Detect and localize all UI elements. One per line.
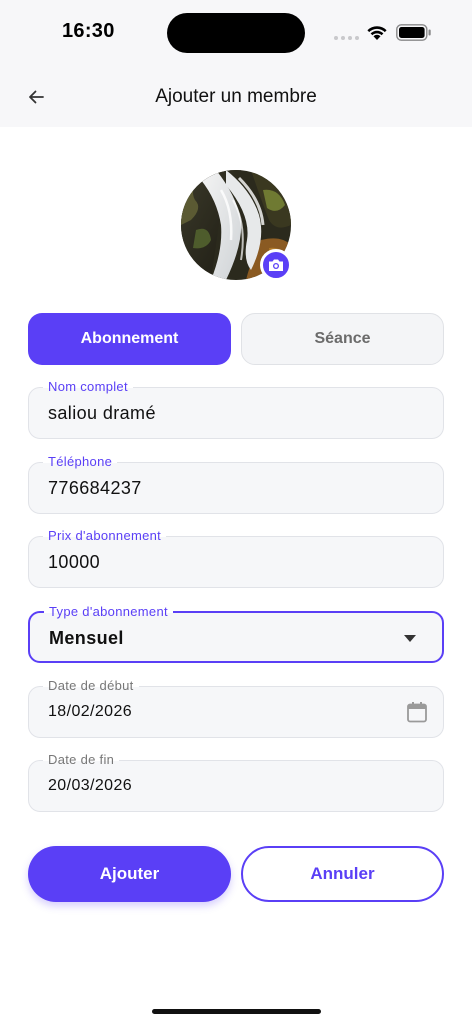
end-date-label: Date de fin xyxy=(43,752,120,768)
dynamic-island xyxy=(167,13,305,53)
phone-value: 776684237 xyxy=(48,478,142,498)
avatar[interactable] xyxy=(181,170,292,281)
battery-icon xyxy=(396,24,431,41)
subscription-type-value: Mensuel xyxy=(49,628,124,648)
subscription-type-label: Type d'abonnement xyxy=(44,604,173,620)
price-value: 10000 xyxy=(48,552,101,572)
change-photo-button[interactable] xyxy=(260,249,292,281)
price-label: Prix d'abonnement xyxy=(43,528,167,544)
full-name-value: saliou dramé xyxy=(48,403,156,423)
end-date-value: 20/03/2026 xyxy=(48,777,133,794)
full-name-label: Nom complet xyxy=(43,379,133,395)
full-name-field[interactable]: Nom complet saliou dramé xyxy=(28,379,444,439)
status-time: 16:30 xyxy=(62,20,115,42)
page-title: Ajouter un membre xyxy=(155,86,317,107)
add-member-button[interactable]: Ajouter xyxy=(28,846,231,902)
segment-seance[interactable]: Séance xyxy=(241,313,444,365)
cancel-button[interactable]: Annuler xyxy=(241,846,444,902)
start-date-label: Date de début xyxy=(43,678,139,694)
start-date-value: 18/02/2026 xyxy=(48,703,133,720)
start-date-field[interactable]: Date de début 18/02/2026 xyxy=(28,678,444,738)
phone-label: Téléphone xyxy=(43,454,118,470)
app-bar: Ajouter un membre xyxy=(0,66,472,127)
dropdown-arrow-icon[interactable] xyxy=(404,635,416,642)
wifi-icon xyxy=(367,26,387,40)
home-indicator[interactable] xyxy=(152,1009,321,1014)
subscription-type-select[interactable]: Type d'abonnement Mensuel xyxy=(28,604,444,663)
signal-dots-icon xyxy=(334,36,359,40)
price-field[interactable]: Prix d'abonnement 10000 xyxy=(28,528,444,588)
status-bar: 16:30 xyxy=(0,0,472,66)
camera-icon xyxy=(269,259,283,271)
end-date-field[interactable]: Date de fin 20/03/2026 xyxy=(28,752,444,812)
segment-abonnement[interactable]: Abonnement xyxy=(28,313,231,365)
calendar-icon[interactable] xyxy=(405,700,429,724)
phone-field[interactable]: Téléphone 776684237 xyxy=(28,454,444,514)
